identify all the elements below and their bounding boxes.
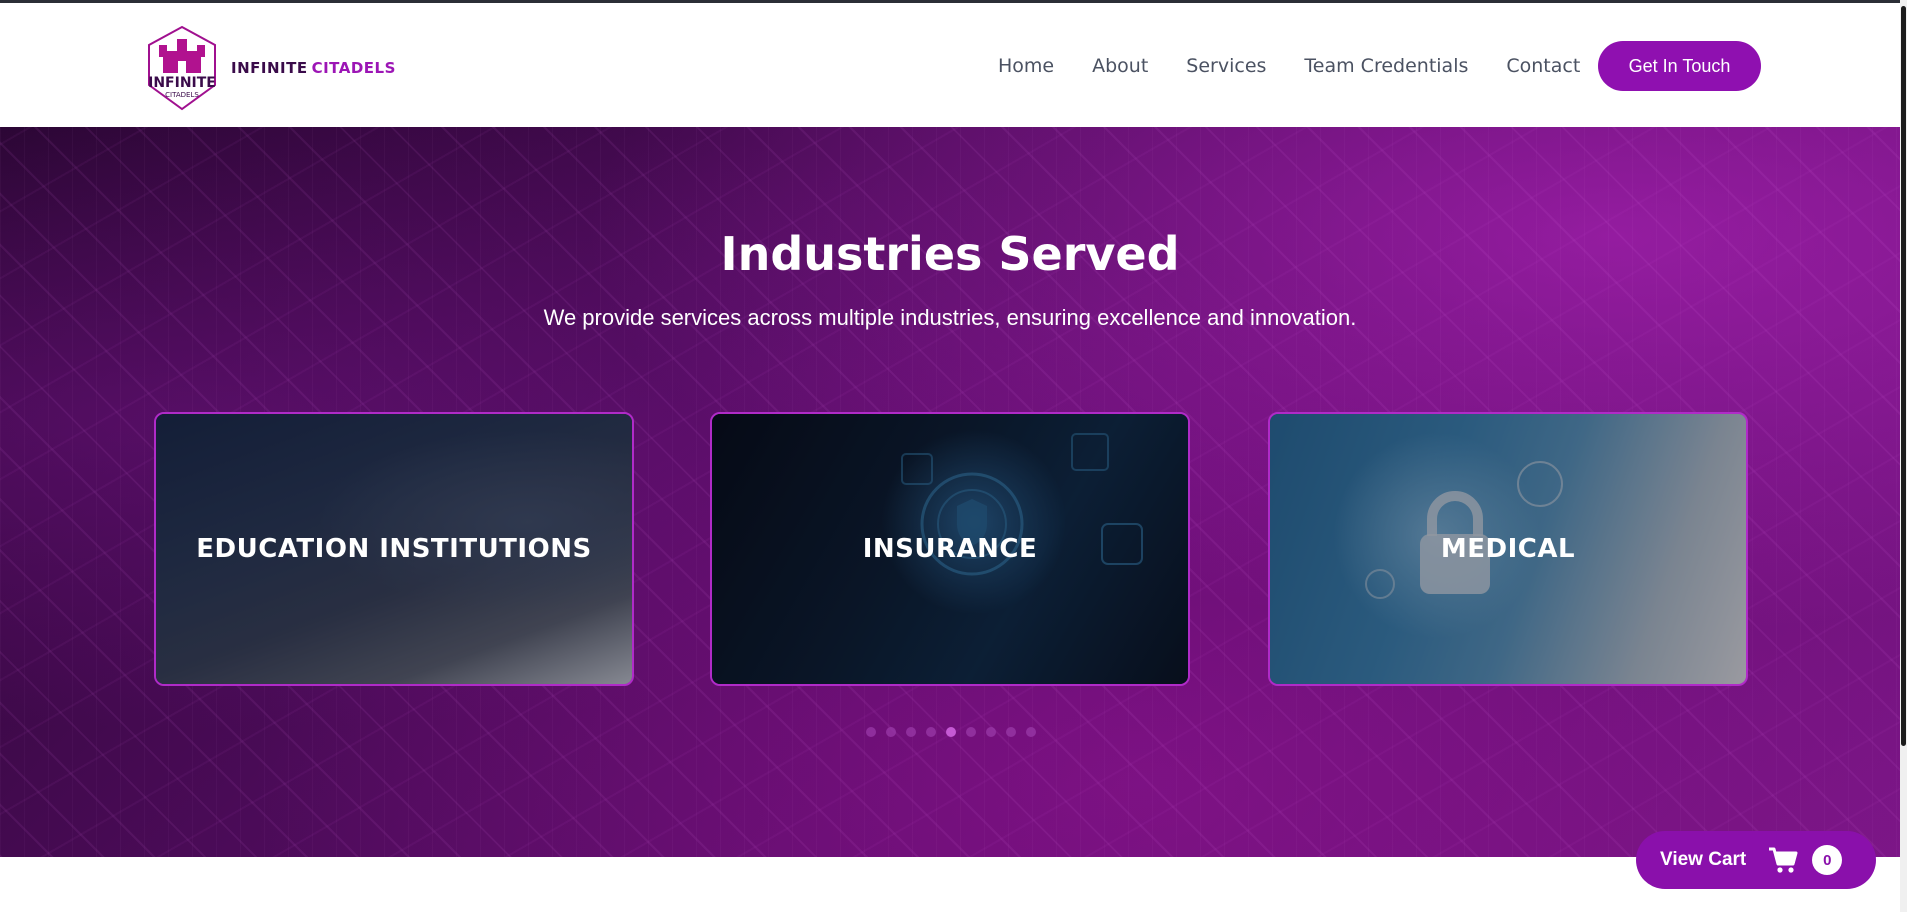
industry-card-title: MEDICAL [1440,534,1576,564]
site-logo[interactable]: INFINITE CITADELS INFINITE CITADELS [141,23,395,113]
shopping-cart-icon [1769,847,1798,873]
section-subtitle: We provide services across multiple indu… [543,305,1357,330]
carousel-dot[interactable] [946,727,956,737]
logo-wordmark: INFINITE CITADELS [231,59,396,77]
carousel-dot[interactable] [986,727,996,737]
view-cart-label: View Cart [1660,849,1747,870]
carousel-dot[interactable] [866,727,876,737]
nav-about[interactable]: About [1092,55,1148,77]
carousel-dot[interactable] [966,727,976,737]
logo-mark-line1: INFINITE [148,75,216,91]
main-nav: Home About Services Team Credentials Con… [998,55,1618,77]
carousel-dot[interactable] [926,727,936,737]
site-header: INFINITE CITADELS INFINITE CITADELS Home … [0,3,1900,127]
industry-card-title: EDUCATION INSTITUTIONS [196,534,592,564]
industry-card-insurance[interactable]: INSURANCE [710,412,1190,686]
get-in-touch-button[interactable]: Get In Touch [1598,41,1761,91]
logo-word-1: INFINITE [231,59,308,77]
scrollbar-thumb[interactable] [1901,6,1906,746]
nav-services[interactable]: Services [1186,55,1266,77]
carousel-dot[interactable] [1026,727,1036,737]
nav-team-credentials[interactable]: Team Credentials [1304,55,1468,77]
section-title: Industries Served [720,227,1180,281]
castle-logo-icon: INFINITE CITADELS [141,25,223,111]
industry-card-education[interactable]: EDUCATION INSTITUTIONS [154,412,634,686]
carousel-dot[interactable] [1006,727,1016,737]
industries-section: Industries Served We provide services ac… [0,127,1900,857]
industry-card-medical[interactable]: MEDICAL [1268,412,1748,686]
industry-card-title: INSURANCE [862,534,1038,564]
carousel-dot[interactable] [906,727,916,737]
nav-home[interactable]: Home [998,55,1054,77]
view-cart-button[interactable]: View Cart 0 [1636,831,1876,889]
carousel-dot[interactable] [886,727,896,737]
cart-count-badge: 0 [1812,845,1843,875]
logo-word-2: CITADELS [311,59,396,77]
nav-contact[interactable]: Contact [1506,55,1580,77]
carousel-pagination [866,727,1036,737]
logo-mark-line2: CITADELS [165,91,199,99]
